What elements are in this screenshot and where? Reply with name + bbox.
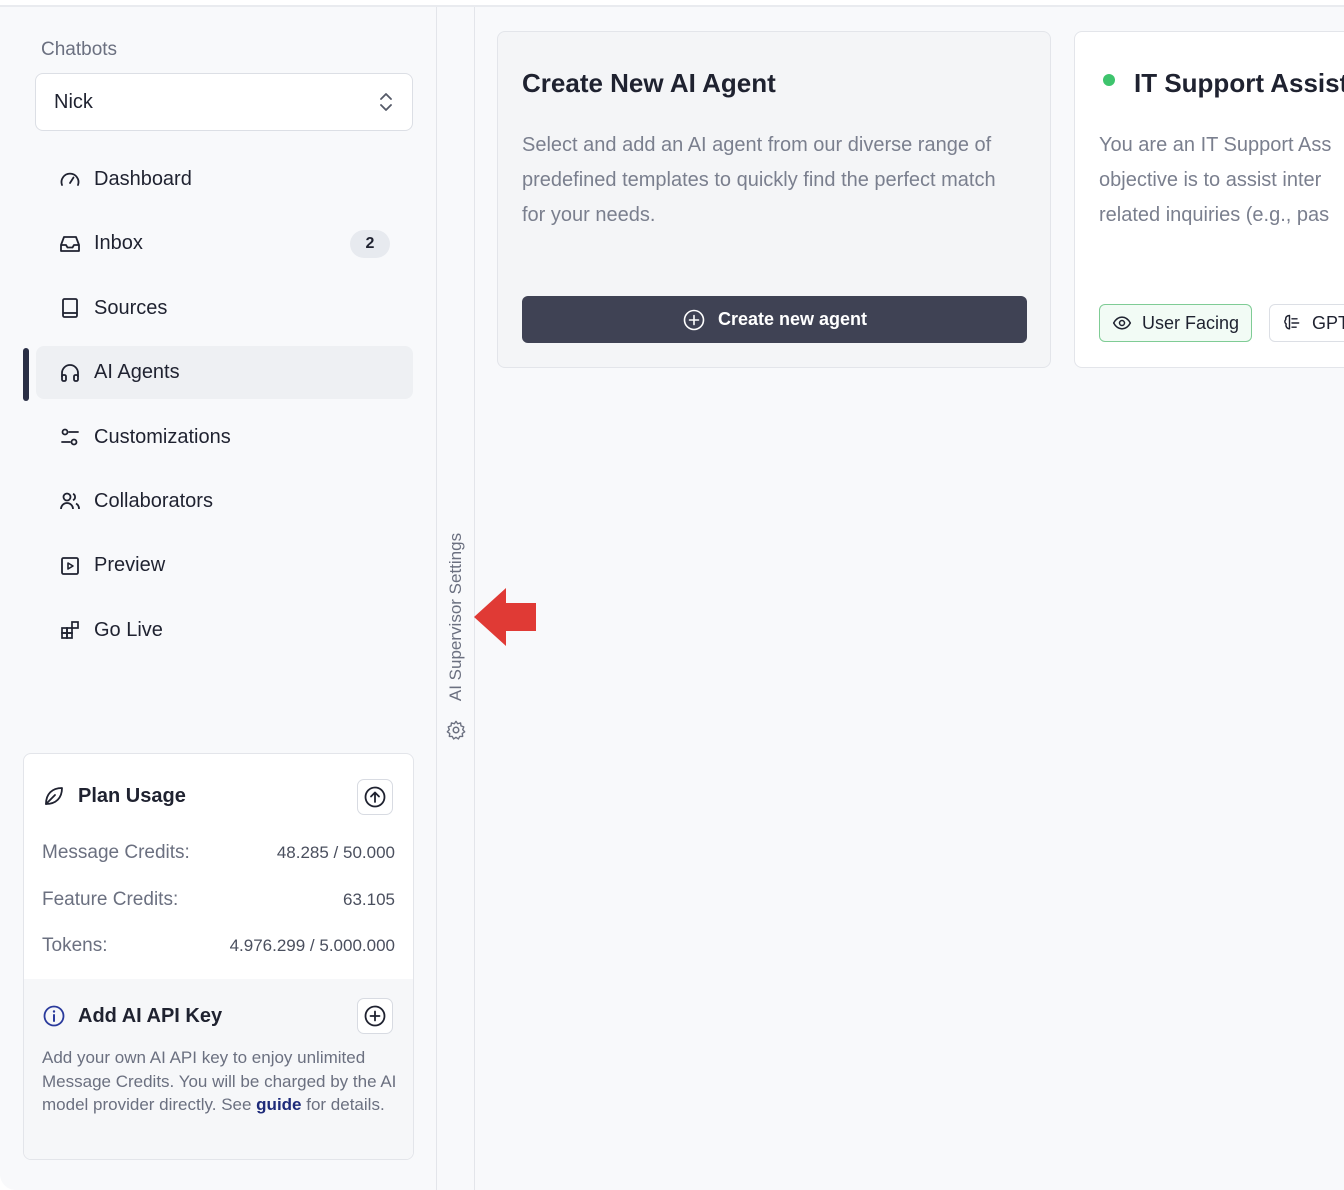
create-new-agent-label: Create new agent <box>717 309 868 329</box>
sidebar-item-label: Preview <box>94 554 166 577</box>
gear-icon <box>446 720 466 740</box>
chatbot-select[interactable]: Nick <box>35 73 413 131</box>
guide-link[interactable]: guide <box>256 1095 301 1114</box>
create-agent-title: Create New AI Agent <box>522 68 776 98</box>
plan-usage-card: Plan Usage Message Credits: 48.285 / 50.… <box>23 753 414 1160</box>
agent-description-line: You are an IT Support Ass <box>1099 134 1332 156</box>
sidebar-item-go-live[interactable]: Go Live <box>36 604 413 657</box>
red-arrow-annotation <box>474 588 536 646</box>
add-api-key-button[interactable] <box>357 998 393 1034</box>
message-credits-label: Message Credits: <box>42 842 190 863</box>
users-icon <box>58 489 82 513</box>
agent-title: IT Support Assist <box>1134 68 1344 98</box>
sliders-icon <box>58 425 82 449</box>
model-tag[interactable]: GPT <box>1269 304 1344 342</box>
upgrade-plan-button[interactable] <box>357 779 393 815</box>
tokens-label: Tokens: <box>42 935 108 956</box>
sidebar-item-sources[interactable]: Sources <box>36 282 413 335</box>
sidebar-item-label: Inbox <box>94 232 143 255</box>
gauge-icon <box>58 168 82 192</box>
api-key-description: Add your own AI API key to enjoy unlimit… <box>42 1046 402 1117</box>
app-frame: Chatbots Nick Dashboard Inbox 2 Sources … <box>0 5 1344 1190</box>
feature-credits-value: 63.105 <box>343 890 395 909</box>
sidebar: Chatbots Nick Dashboard Inbox 2 Sources … <box>0 7 437 1190</box>
api-key-title: Add AI API Key <box>78 1004 223 1027</box>
api-key-desc-suffix: for details. <box>301 1095 385 1114</box>
inbox-icon <box>58 232 82 256</box>
sidebar-item-label: Sources <box>94 296 168 319</box>
sidebar-item-customizations[interactable]: Customizations <box>36 411 413 464</box>
ai-supervisor-settings-toggle[interactable]: AI Supervisor Settings <box>437 7 475 1190</box>
sidebar-item-ai-agents[interactable]: AI Agents <box>36 346 413 400</box>
api-key-header: Add AI API Key <box>42 1004 222 1028</box>
create-agent-description: Select and add an AI agent from our dive… <box>522 134 996 226</box>
create-new-agent-button[interactable]: Create new agent <box>522 296 1027 343</box>
sidebar-item-dashboard[interactable]: Dashboard <box>36 153 413 206</box>
chevron-updown-icon <box>380 93 392 111</box>
tokens-row: Tokens: 4.976.299 / 5.000.000 <box>42 935 395 957</box>
agent-description: You are an IT Support Ass objective is t… <box>1099 128 1344 233</box>
sidebar-item-preview[interactable]: Preview <box>36 539 413 592</box>
message-credits-value: 48.285 / 50.000 <box>276 843 395 862</box>
headphones-icon <box>58 361 82 385</box>
agent-description-line: related inquiries (e.g., pas <box>1099 204 1330 226</box>
create-agent-card: Create New AI Agent Select and add an AI… <box>497 31 1051 368</box>
message-credits-row: Message Credits: 48.285 / 50.000 <box>42 842 395 864</box>
leaf-icon <box>45 787 63 805</box>
sidebar-item-label: Collaborators <box>94 489 213 512</box>
plan-usage-title: Plan Usage <box>78 784 186 807</box>
plus-circle-icon <box>364 1005 386 1027</box>
feature-credits-label: Feature Credits: <box>42 889 179 910</box>
inbox-count-badge: 2 <box>350 230 390 259</box>
play-square-icon <box>58 554 82 578</box>
brain-icon <box>1284 314 1300 330</box>
user-facing-label: User Facing <box>1142 312 1240 333</box>
sidebar-item-label: Dashboard <box>94 168 192 190</box>
feature-credits-row: Feature Credits: 63.105 <box>42 889 395 911</box>
sidebar-item-label: AI Agents <box>94 361 180 384</box>
active-indicator <box>23 348 29 401</box>
sidebar-item-label: Go Live <box>94 618 163 641</box>
eye-icon <box>1112 316 1132 330</box>
user-facing-tag[interactable]: User Facing <box>1099 304 1253 342</box>
blocks-icon <box>58 618 82 642</box>
info-icon <box>43 1005 65 1027</box>
plan-usage-header: Plan Usage <box>42 784 186 808</box>
plus-circle-icon <box>683 309 705 330</box>
tokens-value: 4.976.299 / 5.000.000 <box>229 936 395 955</box>
sidebar-nav: Dashboard Inbox 2 Sources AI Agents Cust… <box>36 153 413 668</box>
sidebar-item-inbox[interactable]: Inbox 2 <box>36 217 413 270</box>
arrow-up-circle-icon <box>364 786 386 808</box>
agent-card[interactable]: IT Support Assist You are an IT Support … <box>1074 31 1344 368</box>
status-dot <box>1103 74 1115 86</box>
api-key-section: Add AI API Key Add your own AI API key t… <box>24 979 413 1159</box>
model-tag-label: GPT <box>1312 312 1344 333</box>
ai-supervisor-settings-label: AI Supervisor Settings <box>446 532 465 702</box>
sidebar-title: Chatbots <box>41 39 118 60</box>
agent-description-line: objective is to assist inter <box>1099 169 1322 191</box>
sidebar-item-label: Customizations <box>94 425 231 448</box>
sidebar-item-collaborators[interactable]: Collaborators <box>36 475 413 528</box>
chatbot-select-value: Nick <box>54 90 93 113</box>
book-icon <box>58 296 82 320</box>
